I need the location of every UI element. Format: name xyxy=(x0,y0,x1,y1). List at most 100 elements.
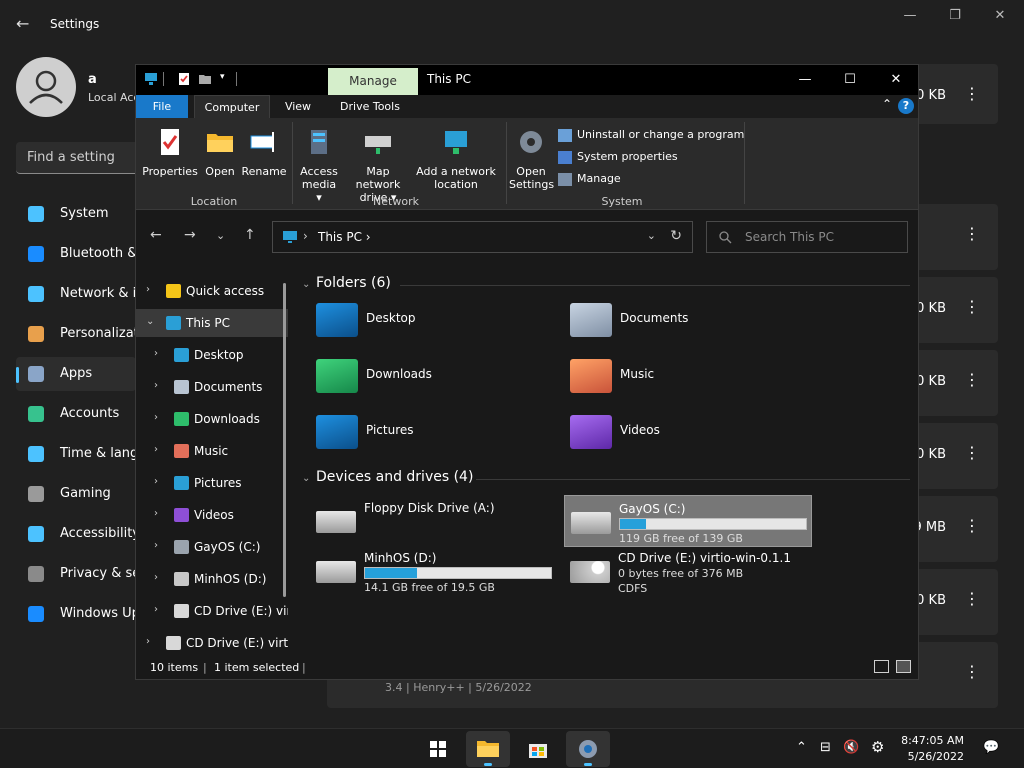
tree-item-this-pc[interactable]: ⌄ This PC xyxy=(136,309,288,337)
settings-search-input[interactable]: Find a setting xyxy=(16,142,140,174)
sidebar-item-gaming[interactable]: Gaming xyxy=(16,477,136,511)
collapsed-chevron-icon[interactable]: › xyxy=(146,284,150,295)
drive-floppy-disk-drive-a[interactable]: Floppy Disk Drive (A:) xyxy=(310,495,558,547)
back-arrow-icon[interactable]: ← xyxy=(16,14,36,34)
sidebar-item-system[interactable]: System xyxy=(16,197,136,231)
tree-item-pictures[interactable]: › Pictures xyxy=(136,469,288,497)
collapsed-chevron-icon[interactable]: › xyxy=(154,380,158,391)
uninstall-program-button[interactable]: Uninstall or change a program xyxy=(558,128,744,142)
new-folder-icon[interactable] xyxy=(198,72,212,86)
tree-item-videos[interactable]: › Videos xyxy=(136,501,288,529)
clock[interactable]: 8:47:05 AM 5/26/2022 xyxy=(901,733,964,765)
sidebar-item-bluetooth[interactable]: Bluetooth & xyxy=(16,237,137,271)
tree-item-cd-drive-e-virti[interactable]: › CD Drive (E:) virti xyxy=(136,629,288,655)
minimize-icon[interactable]: — xyxy=(900,8,920,28)
details-view-icon[interactable] xyxy=(874,660,889,673)
sidebar-item-personalizat[interactable]: Personalizat xyxy=(16,317,139,351)
tree-item-desktop[interactable]: › Desktop xyxy=(136,341,288,369)
collapsed-chevron-icon[interactable]: › xyxy=(154,444,158,455)
open-button[interactable]: Open xyxy=(200,126,240,178)
address-dropdown-icon[interactable]: ⌄ xyxy=(647,229,656,242)
minimize-icon[interactable]: — xyxy=(790,69,820,91)
collapsed-chevron-icon[interactable]: › xyxy=(154,348,158,359)
tree-item-music[interactable]: › Music xyxy=(136,437,288,465)
expanded-chevron-icon[interactable]: ⌄ xyxy=(146,316,154,327)
folder-downloads[interactable]: Downloads xyxy=(316,359,566,407)
maximize-icon[interactable]: ☐ xyxy=(835,69,865,91)
network-icon[interactable]: ⊟ xyxy=(820,740,831,755)
volume-muted-icon[interactable]: 🔇 xyxy=(843,740,859,755)
taskbar-store[interactable] xyxy=(516,731,560,767)
close-icon[interactable]: ✕ xyxy=(881,69,911,91)
folder-pictures[interactable]: Pictures xyxy=(316,415,566,463)
manage-context-tab[interactable]: Manage xyxy=(328,68,418,95)
folder-desktop[interactable]: Desktop xyxy=(316,303,566,351)
drive-gayos-c[interactable]: GayOS (C:) 119 GB free of 139 GB xyxy=(564,495,812,547)
tree-item-gayos-c[interactable]: › GayOS (C:) xyxy=(136,533,288,561)
collapse-ribbon-icon[interactable]: ⌃ xyxy=(882,97,892,111)
more-options-icon[interactable]: ⋮ xyxy=(964,662,980,681)
tree-item-quick-access[interactable]: › Quick access xyxy=(136,277,288,305)
more-options-icon[interactable]: ⋮ xyxy=(964,297,980,316)
sidebar-item-privacy-se[interactable]: Privacy & se xyxy=(16,557,140,591)
recent-locations-chevron-icon[interactable]: ⌄ xyxy=(216,229,225,242)
drives-section-header[interactable]: ⌄ Devices and drives (4) xyxy=(302,469,473,485)
close-icon[interactable]: ✕ xyxy=(990,8,1010,28)
drive-cd-drive-e-virtio-win-0-1-1[interactable]: CD Drive (E:) virtio-win-0.1.1 0 bytes fr… xyxy=(564,545,812,597)
tab-computer[interactable]: Computer xyxy=(194,95,270,118)
taskbar-settings[interactable] xyxy=(566,731,610,767)
more-options-icon[interactable]: ⋮ xyxy=(964,84,980,103)
nav-scrollbar[interactable] xyxy=(283,283,286,597)
tree-item-downloads[interactable]: › Downloads xyxy=(136,405,288,433)
collapsed-chevron-icon[interactable]: › xyxy=(154,604,158,615)
map-network-drive-button[interactable]: Map network drive ▾ xyxy=(342,126,414,204)
system-properties-button[interactable]: System properties xyxy=(558,150,678,164)
more-options-icon[interactable]: ⋮ xyxy=(964,516,980,535)
folder-videos[interactable]: Videos xyxy=(570,415,820,463)
more-options-icon[interactable]: ⋮ xyxy=(964,443,980,462)
sidebar-item-apps[interactable]: Apps xyxy=(16,357,136,391)
collapsed-chevron-icon[interactable]: › xyxy=(146,636,150,647)
sidebar-item-time-lang[interactable]: Time & lang xyxy=(16,437,138,471)
tree-item-cd-drive-e-vir[interactable]: › CD Drive (E:) vir xyxy=(136,597,288,625)
help-icon[interactable]: ? xyxy=(898,98,914,114)
properties-button[interactable]: Properties xyxy=(142,126,198,178)
drive-minhos-d[interactable]: MinhOS (D:) 14.1 GB free of 19.5 GB xyxy=(310,545,558,597)
avatar[interactable] xyxy=(16,57,76,117)
collapsed-chevron-icon[interactable]: › xyxy=(154,508,158,519)
more-options-icon[interactable]: ⋮ xyxy=(964,589,980,608)
collapsed-chevron-icon[interactable]: › xyxy=(154,476,158,487)
maximize-icon[interactable]: ❐ xyxy=(945,8,965,28)
more-options-icon[interactable]: ⋮ xyxy=(964,370,980,389)
collapsed-chevron-icon[interactable]: › xyxy=(154,540,158,551)
settings-tray-icon[interactable]: ⚙ xyxy=(871,738,884,756)
back-arrow-icon[interactable]: ← xyxy=(150,227,162,243)
tab-view[interactable]: View xyxy=(276,95,320,118)
open-settings-button[interactable]: Open Settings xyxy=(508,126,554,191)
add-network-location-button[interactable]: Add a network location xyxy=(416,126,496,191)
sidebar-item-network-i[interactable]: Network & i xyxy=(16,277,136,311)
tab-drive-tools[interactable]: Drive Tools xyxy=(332,95,408,118)
manage-button[interactable]: Manage xyxy=(558,172,621,186)
up-arrow-icon[interactable]: ↑ xyxy=(244,227,256,243)
taskbar-file-explorer[interactable] xyxy=(466,731,510,767)
more-options-icon[interactable]: ⋮ xyxy=(964,224,980,243)
search-input[interactable] xyxy=(745,228,895,246)
show-hidden-icons-chevron-icon[interactable]: ⌃ xyxy=(796,740,807,755)
start-button[interactable] xyxy=(416,731,460,767)
access-media-button[interactable]: Access media ▾ xyxy=(296,126,342,204)
address-box[interactable]: › This PC › ⌄ ↻ xyxy=(272,221,693,253)
rename-button[interactable]: Rename xyxy=(240,126,288,178)
forward-arrow-icon[interactable]: → xyxy=(184,227,196,243)
large-icons-view-icon[interactable] xyxy=(896,660,911,673)
notification-icon[interactable]: 💬 xyxy=(983,740,999,755)
collapsed-chevron-icon[interactable]: › xyxy=(154,412,158,423)
breadcrumb[interactable]: This PC › xyxy=(318,230,371,244)
tree-item-documents[interactable]: › Documents xyxy=(136,373,288,401)
folder-music[interactable]: Music xyxy=(570,359,820,407)
qat-dropdown-icon[interactable]: ▾ xyxy=(220,72,234,86)
properties-check-icon[interactable] xyxy=(177,72,191,86)
sidebar-item-accessibility[interactable]: Accessibility xyxy=(16,517,140,551)
sidebar-item-accounts[interactable]: Accounts xyxy=(16,397,136,431)
folders-section-header[interactable]: ⌄ Folders (6) xyxy=(302,275,391,291)
